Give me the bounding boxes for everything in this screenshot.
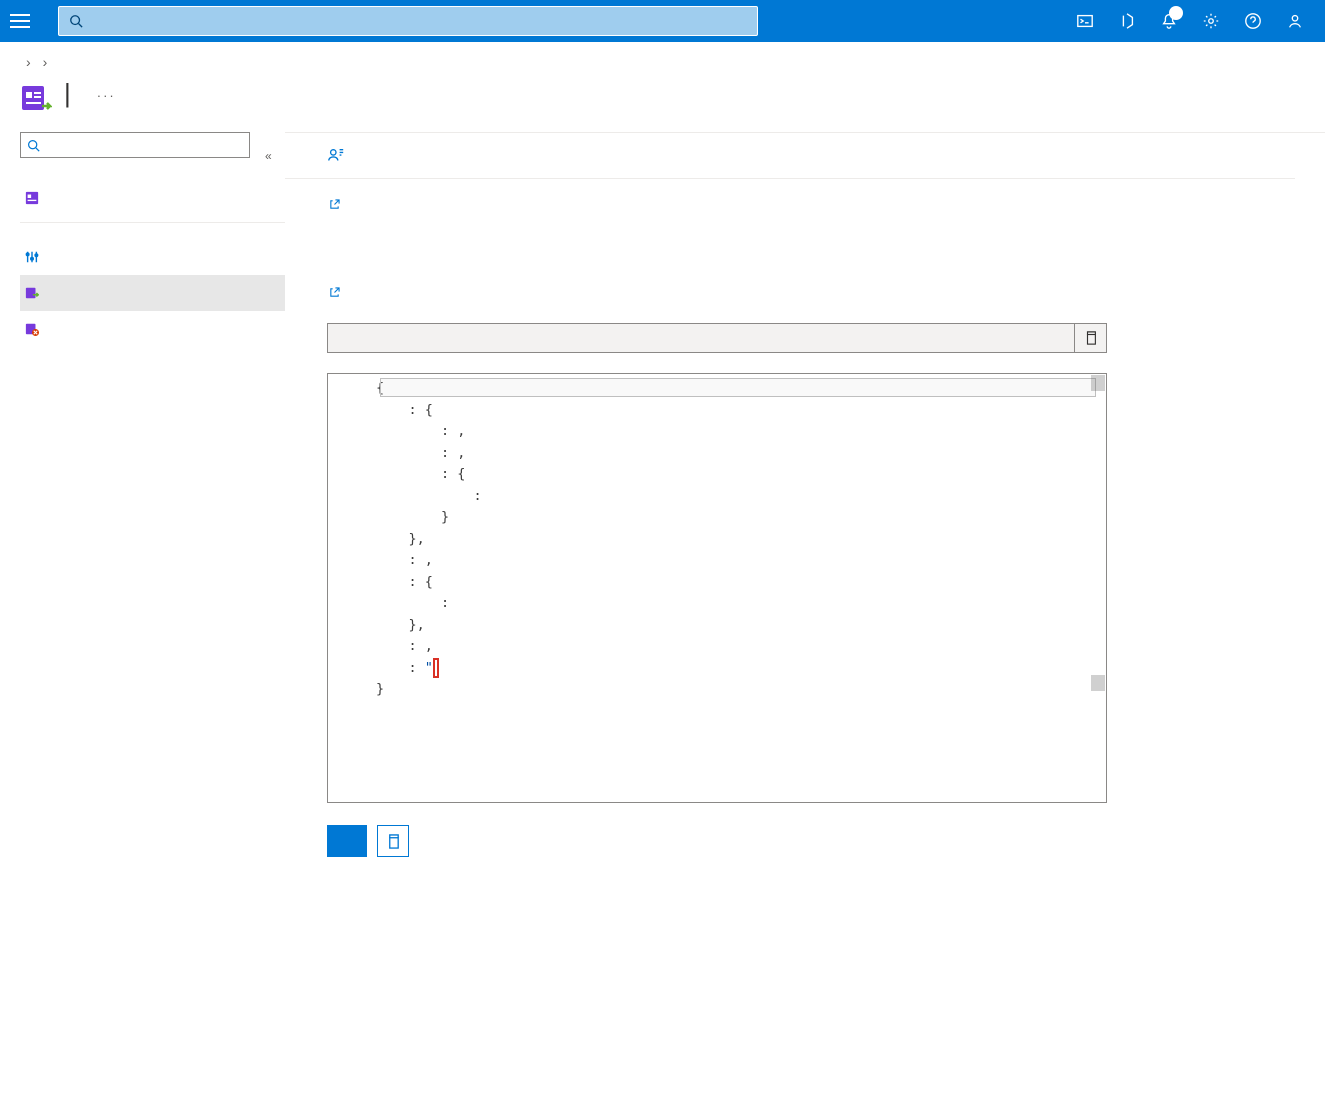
sidebar-item-details[interactable] (20, 180, 285, 216)
code-gutter (328, 374, 376, 802)
properties-icon (24, 249, 40, 265)
learn-more-link[interactable] (327, 197, 340, 213)
breadcrumb: › › (0, 42, 1325, 74)
copy-api-button[interactable] (1074, 324, 1106, 352)
sidebar-search[interactable] (20, 132, 250, 158)
code-text: { : { : , : , : { : } }, : , : { : }, : … (376, 374, 1106, 802)
download-request-body-button[interactable] (327, 825, 367, 857)
code-scrollbar[interactable] (1091, 375, 1105, 801)
resource-type-icon (20, 82, 52, 114)
learn-more-link-2[interactable] (327, 285, 340, 301)
feedback-button[interactable] (327, 147, 353, 165)
section-description (327, 195, 1295, 215)
details-icon (24, 190, 40, 206)
copy-icon (386, 834, 401, 849)
notifications-icon[interactable] (1149, 0, 1189, 42)
external-link-icon (329, 287, 340, 298)
global-search[interactable] (58, 6, 758, 36)
sidebar-item-issue-credential[interactable] (20, 275, 285, 311)
external-link-icon (329, 199, 340, 210)
post-api-value (328, 324, 1074, 352)
more-actions-button[interactable]: ··· (97, 88, 116, 103)
search-icon (27, 139, 40, 152)
request-body-editor[interactable]: { : { : , : , : { : } }, : , : { : }, : … (327, 373, 1107, 803)
post-api-field (327, 323, 1107, 353)
hamburger-menu[interactable] (10, 11, 30, 31)
cloud-shell-icon[interactable] (1065, 0, 1105, 42)
help-icon[interactable] (1233, 0, 1273, 42)
copy-request-body-button[interactable] (377, 825, 409, 857)
search-icon (69, 14, 83, 28)
feedback-icon (327, 147, 345, 165)
sidebar-item-revoke-credential[interactable] (20, 311, 285, 347)
directories-icon[interactable] (1107, 0, 1147, 42)
notifications-badge (1169, 6, 1183, 20)
sidebar-item-properties[interactable] (20, 239, 285, 275)
custom-issue-description (327, 283, 1295, 303)
sidebar-search-input[interactable] (44, 138, 243, 153)
global-search-input[interactable] (91, 14, 747, 29)
account-icon[interactable] (1275, 0, 1315, 42)
settings-icon[interactable] (1191, 0, 1231, 42)
revoke-credential-icon (24, 321, 40, 337)
copy-icon (1084, 331, 1098, 345)
issue-credential-icon (24, 285, 40, 301)
collapse-sidebar-button[interactable]: « (265, 149, 272, 163)
page-title: | (64, 78, 71, 109)
